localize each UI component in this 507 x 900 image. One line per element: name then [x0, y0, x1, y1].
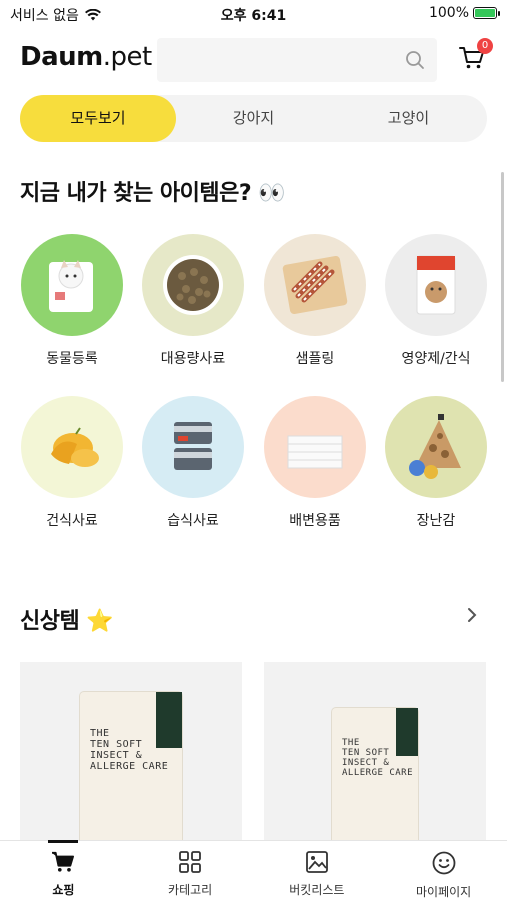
category-label: 습식사료 [167, 513, 219, 529]
status-bar: 서비스 없음 오후 6:41 100% [0, 0, 507, 28]
category-label: 배변용품 [289, 513, 341, 529]
category-image [21, 396, 123, 498]
battery: 100% [428, 5, 500, 21]
nav-category[interactable]: 카테고리 [127, 841, 254, 900]
new-items-title: 신상템 ⭐ [20, 609, 114, 634]
nav-label: 쇼핑 [52, 883, 75, 897]
category-image [142, 396, 244, 498]
app-header: Daum.pet 0 [0, 36, 507, 86]
category-image [264, 396, 366, 498]
daum-pet-logo[interactable]: Daum.pet [20, 42, 152, 72]
product-bag-text: THE TEN SOFT INSECT & ALLERGE CARE [90, 728, 169, 772]
smile-icon [432, 851, 456, 875]
product-image: THE TEN SOFT INSECT & ALLERGE CARE [80, 692, 182, 842]
pet-filter-tabs: 모두보기 강아지 고양이 [20, 95, 487, 142]
category-label: 대용량사료 [160, 351, 226, 367]
product-image: THE TEN SOFT INSECT & ALLERGE CARE [332, 708, 418, 842]
nav-label: 카테고리 [168, 883, 213, 897]
scrollbar[interactable] [501, 172, 504, 382]
battery-percent: 100% [428, 5, 469, 21]
category-pet-registration[interactable]: 동물등록 [12, 234, 132, 368]
nav-bucketlist[interactable]: 버킷리스트 [254, 841, 381, 900]
category-image [142, 234, 244, 336]
category-dry-food[interactable]: 건식사료 [12, 396, 132, 530]
category-image [385, 396, 487, 498]
cart-button[interactable]: 0 [459, 38, 493, 74]
category-image [385, 234, 487, 336]
category-toilet-supplies[interactable]: 배변용품 [255, 396, 375, 530]
finder-title: 지금 내가 찾는 아이템은? 👀 [20, 181, 286, 206]
nav-label: 버킷리스트 [289, 883, 345, 897]
image-icon [305, 851, 328, 873]
nav-label: 마이페이지 [416, 885, 472, 899]
tab-dog[interactable]: 강아지 [176, 95, 331, 142]
category-image [264, 234, 366, 336]
category-label: 장난감 [416, 513, 456, 529]
search-input[interactable] [157, 38, 437, 82]
category-bulk-food[interactable]: 대용량사료 [133, 234, 253, 368]
category-label: 샘플링 [295, 351, 335, 367]
bottom-nav: 쇼핑 카테고리 버킷리스트 마이페이지 [0, 840, 507, 900]
category-toys[interactable]: 장난감 [376, 396, 496, 530]
battery-icon [473, 7, 500, 19]
grid-icon [179, 851, 202, 873]
category-image [21, 234, 123, 336]
chevron-right-icon[interactable] [467, 607, 477, 623]
tab-all[interactable]: 모두보기 [20, 95, 176, 142]
cart-badge: 0 [477, 38, 493, 54]
category-label: 영양제/간식 [401, 351, 471, 367]
product-card[interactable]: THE TEN SOFT INSECT & ALLERGE CARE [264, 662, 486, 842]
search-icon[interactable] [405, 50, 425, 70]
category-label: 건식사료 [46, 513, 98, 529]
cart-icon [52, 851, 75, 872]
tab-cat[interactable]: 고양이 [331, 95, 486, 142]
category-label: 동물등록 [46, 351, 98, 367]
category-sampling[interactable]: 샘플링 [255, 234, 375, 368]
category-wet-food[interactable]: 습식사료 [133, 396, 253, 530]
nav-mypage[interactable]: 마이페이지 [380, 841, 507, 900]
product-bag-text: THE TEN SOFT INSECT & ALLERGE CARE [342, 738, 414, 778]
category-supplements[interactable]: 영양제/간식 [376, 234, 496, 368]
product-card[interactable]: THE TEN SOFT INSECT & ALLERGE CARE [20, 662, 242, 842]
nav-shopping[interactable]: 쇼핑 [0, 841, 127, 900]
